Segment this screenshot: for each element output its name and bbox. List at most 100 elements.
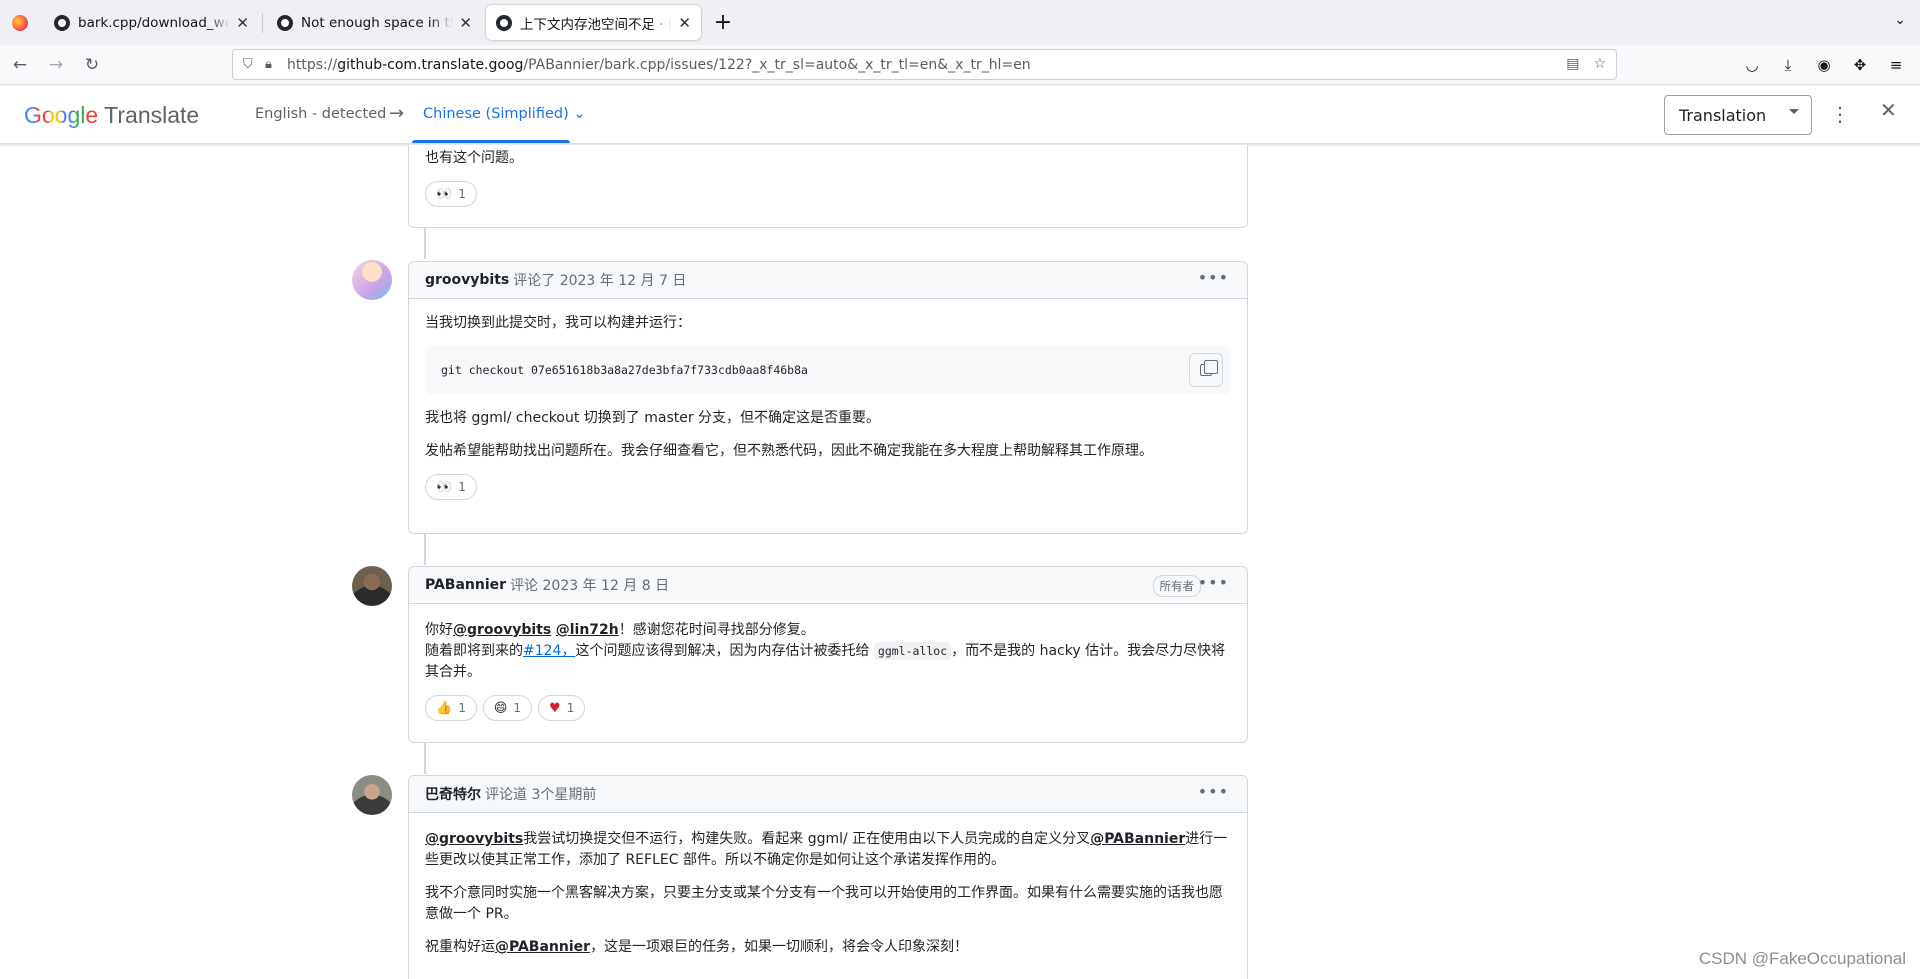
avatar[interactable] bbox=[352, 566, 392, 606]
source-language[interactable]: English - detected bbox=[255, 106, 386, 122]
comment-card: 也有这个问题。 👀 1 bbox=[408, 145, 1248, 228]
tab-separator bbox=[262, 12, 263, 33]
mention-link[interactable]: @groovybits bbox=[425, 831, 523, 847]
code-block: git checkout 07e651618b3a8a27de3bfa7f733… bbox=[425, 346, 1231, 394]
timeline-rail bbox=[424, 533, 426, 565]
downloads-icon[interactable]: ⤓ bbox=[1772, 49, 1804, 81]
more-actions-icon[interactable]: ••• bbox=[1198, 573, 1229, 592]
github-favicon-icon bbox=[496, 14, 512, 31]
reaction-count: 1 bbox=[566, 700, 575, 715]
issue-link[interactable]: #124， bbox=[523, 643, 575, 659]
lock-icon[interactable]: 🔒︎ bbox=[265, 57, 287, 72]
reaction-laugh[interactable]: 😄 1 bbox=[482, 695, 533, 721]
google-translate-logo[interactable]: Google Translate bbox=[24, 102, 199, 129]
avatar[interactable] bbox=[352, 775, 392, 815]
comment-card: groovybits 评论了 2023 年 12 月 7 日 ••• 当我切换到… bbox=[408, 261, 1248, 534]
translate-wordmark: Translate bbox=[104, 102, 200, 128]
comment-timestamp[interactable]: 评论了 2023 年 12 月 7 日 bbox=[513, 270, 686, 290]
reaction-heart[interactable]: ♥ 1 bbox=[538, 695, 586, 721]
close-tab-icon[interactable]: ✕ bbox=[459, 14, 472, 32]
reader-view-icon[interactable]: ▤ bbox=[1566, 56, 1579, 72]
browser-tab-3-active[interactable]: 上下文内存池空间不足 · 问题 ✕ bbox=[486, 5, 701, 40]
comment-text: 也有这个问题。 bbox=[425, 150, 523, 166]
text-run: ，这是一项艰巨的任务，如果一切顺利，将会令人印象深刻！ bbox=[590, 939, 969, 955]
address-bar[interactable]: ⛉ 🔒︎ https://github-com.translate.goog/P… bbox=[232, 49, 1617, 80]
reaction-thumbs-up[interactable]: 👍 1 bbox=[425, 695, 477, 721]
comment-author[interactable]: groovybits bbox=[425, 272, 509, 288]
pocket-icon[interactable]: ◡ bbox=[1736, 49, 1768, 81]
chevron-down-icon: ⌄ bbox=[573, 106, 586, 122]
timeline-rail bbox=[424, 227, 426, 259]
text-run: 我尝试切换提交但不运行，构建失败。看起来 ggml/ 正在使用由以下人员完成的自… bbox=[523, 831, 1091, 847]
comment-card: 巴奇特尔 评论道 3个星期前 ••• @groovybits我尝试切换提交但不运… bbox=[408, 775, 1248, 979]
more-actions-icon[interactable]: ••• bbox=[1198, 268, 1229, 287]
reaction-eyes[interactable]: 👀 1 bbox=[425, 474, 477, 500]
target-language-select[interactable]: Chinese (Simplified) ⌄ bbox=[423, 106, 586, 122]
extensions-icon[interactable]: ✥ bbox=[1844, 49, 1876, 81]
comment-text: 当我切换到此提交时，我可以构建并运行： bbox=[425, 315, 691, 331]
mention-link[interactable]: @groovybits bbox=[453, 622, 551, 638]
text-run: ！感谢您花时间寻找部分修复。 bbox=[618, 622, 815, 638]
comment-timestamp[interactable]: 评论道 3个星期前 bbox=[485, 784, 596, 804]
reload-button[interactable]: ↻ bbox=[76, 49, 108, 81]
text-run: 祝重构好运 bbox=[425, 939, 495, 955]
url-prefix: https:// bbox=[287, 56, 338, 73]
timeline-rail bbox=[424, 742, 426, 774]
comment-header: PABannier 评论 2023 年 12 月 8 日 所有者 ••• bbox=[409, 567, 1247, 604]
comment-header: groovybits 评论了 2023 年 12 月 7 日 ••• bbox=[409, 262, 1247, 299]
more-options-icon[interactable]: ⋮ bbox=[1830, 102, 1850, 126]
close-tab-icon[interactable]: ✕ bbox=[678, 14, 691, 32]
target-language-label: Chinese (Simplified) bbox=[423, 106, 569, 122]
google-translate-bar: Google Translate English - detected → Chi… bbox=[0, 86, 1920, 144]
translation-mode-select[interactable]: Translation bbox=[1664, 95, 1812, 135]
laugh-icon: 😄 bbox=[493, 700, 508, 716]
mention-link[interactable]: @PABannier bbox=[495, 939, 590, 955]
navigation-toolbar: ← → ↻ ⛉ 🔒︎ https://github-com.translate.… bbox=[0, 45, 1920, 85]
watermark: CSDN @FakeOccupational bbox=[1698, 949, 1906, 968]
reaction-count: 1 bbox=[513, 700, 522, 715]
avatar[interactable] bbox=[352, 260, 392, 300]
url-host: github-com.translate.goog bbox=[337, 56, 524, 73]
browser-tab-2[interactable]: Not enough space in the c ✕ bbox=[267, 5, 482, 40]
menu-hamburger-icon[interactable]: ≡ bbox=[1880, 49, 1912, 81]
thumbs-up-icon: 👍 bbox=[436, 700, 453, 716]
owner-badge: 所有者 bbox=[1152, 575, 1201, 597]
more-actions-icon[interactable]: ••• bbox=[1198, 782, 1229, 801]
tab-title: bark.cpp/download_weigh bbox=[78, 14, 231, 31]
reaction-eyes[interactable]: 👀 1 bbox=[425, 181, 477, 207]
comment-text: @groovybits我尝试切换提交但不运行，构建失败。看起来 ggml/ 正在… bbox=[425, 829, 1231, 871]
text-run: 你好 bbox=[425, 622, 453, 638]
tab-title: Not enough space in the c bbox=[301, 14, 453, 31]
comment-author[interactable]: 巴奇特尔 bbox=[425, 784, 481, 804]
firefox-menu-icon[interactable] bbox=[0, 0, 40, 45]
comment-timestamp[interactable]: 评论 2023 年 12 月 8 日 bbox=[510, 575, 669, 595]
forward-button[interactable]: → bbox=[40, 49, 72, 81]
new-tab-button[interactable]: + bbox=[707, 7, 739, 39]
comment-text: 我也将 ggml/ checkout 切换到了 master 分支，但不确定这是… bbox=[425, 410, 881, 426]
github-favicon-icon bbox=[277, 14, 293, 31]
comment-text: 随着即将到来的#124，这个问题应该得到解决，因为内存估计被委托给 ggml-a… bbox=[425, 641, 1231, 683]
text-run: 这个问题应该得到解决，因为内存估计被委托给 bbox=[575, 643, 870, 659]
active-language-underline bbox=[412, 140, 570, 143]
shield-icon[interactable]: ⛉ bbox=[243, 57, 265, 72]
list-all-tabs-icon[interactable]: ⌄ bbox=[1894, 12, 1906, 28]
eyes-icon: 👀 bbox=[436, 186, 453, 202]
back-button[interactable]: ← bbox=[4, 49, 36, 81]
comment-text: 祝重构好运@PABannier，这是一项艰巨的任务，如果一切顺利，将会令人印象深… bbox=[425, 937, 1231, 958]
mention-link[interactable]: @lin72h bbox=[556, 622, 619, 638]
comment-text: 我不介意同时实施一个黑客解决方案，只要主分支或某个分支有一个我可以开始使用的工作… bbox=[425, 885, 1223, 922]
comment-author[interactable]: PABannier bbox=[425, 577, 506, 593]
copy-icon[interactable] bbox=[1189, 353, 1223, 387]
tab-title: 上下文内存池空间不足 · 问题 bbox=[520, 16, 672, 33]
close-tab-icon[interactable]: ✕ bbox=[236, 14, 249, 32]
browser-tab-1[interactable]: bark.cpp/download_weigh ✕ bbox=[44, 5, 259, 40]
account-icon[interactable]: ◉ bbox=[1808, 49, 1840, 81]
bookmark-star-icon[interactable]: ☆ bbox=[1593, 56, 1606, 72]
mention-link[interactable]: @PABannier bbox=[1090, 831, 1185, 847]
tab-strip: bark.cpp/download_weigh ✕ Not enough spa… bbox=[0, 0, 1920, 45]
reaction-count: 1 bbox=[458, 186, 466, 201]
arrow-right-icon: → bbox=[389, 103, 405, 124]
collapse-icon[interactable]: ✕ bbox=[1880, 98, 1897, 122]
code-text: git checkout 07e651618b3a8a27de3bfa7f733… bbox=[441, 362, 808, 377]
mode-label: Translation bbox=[1679, 105, 1767, 125]
